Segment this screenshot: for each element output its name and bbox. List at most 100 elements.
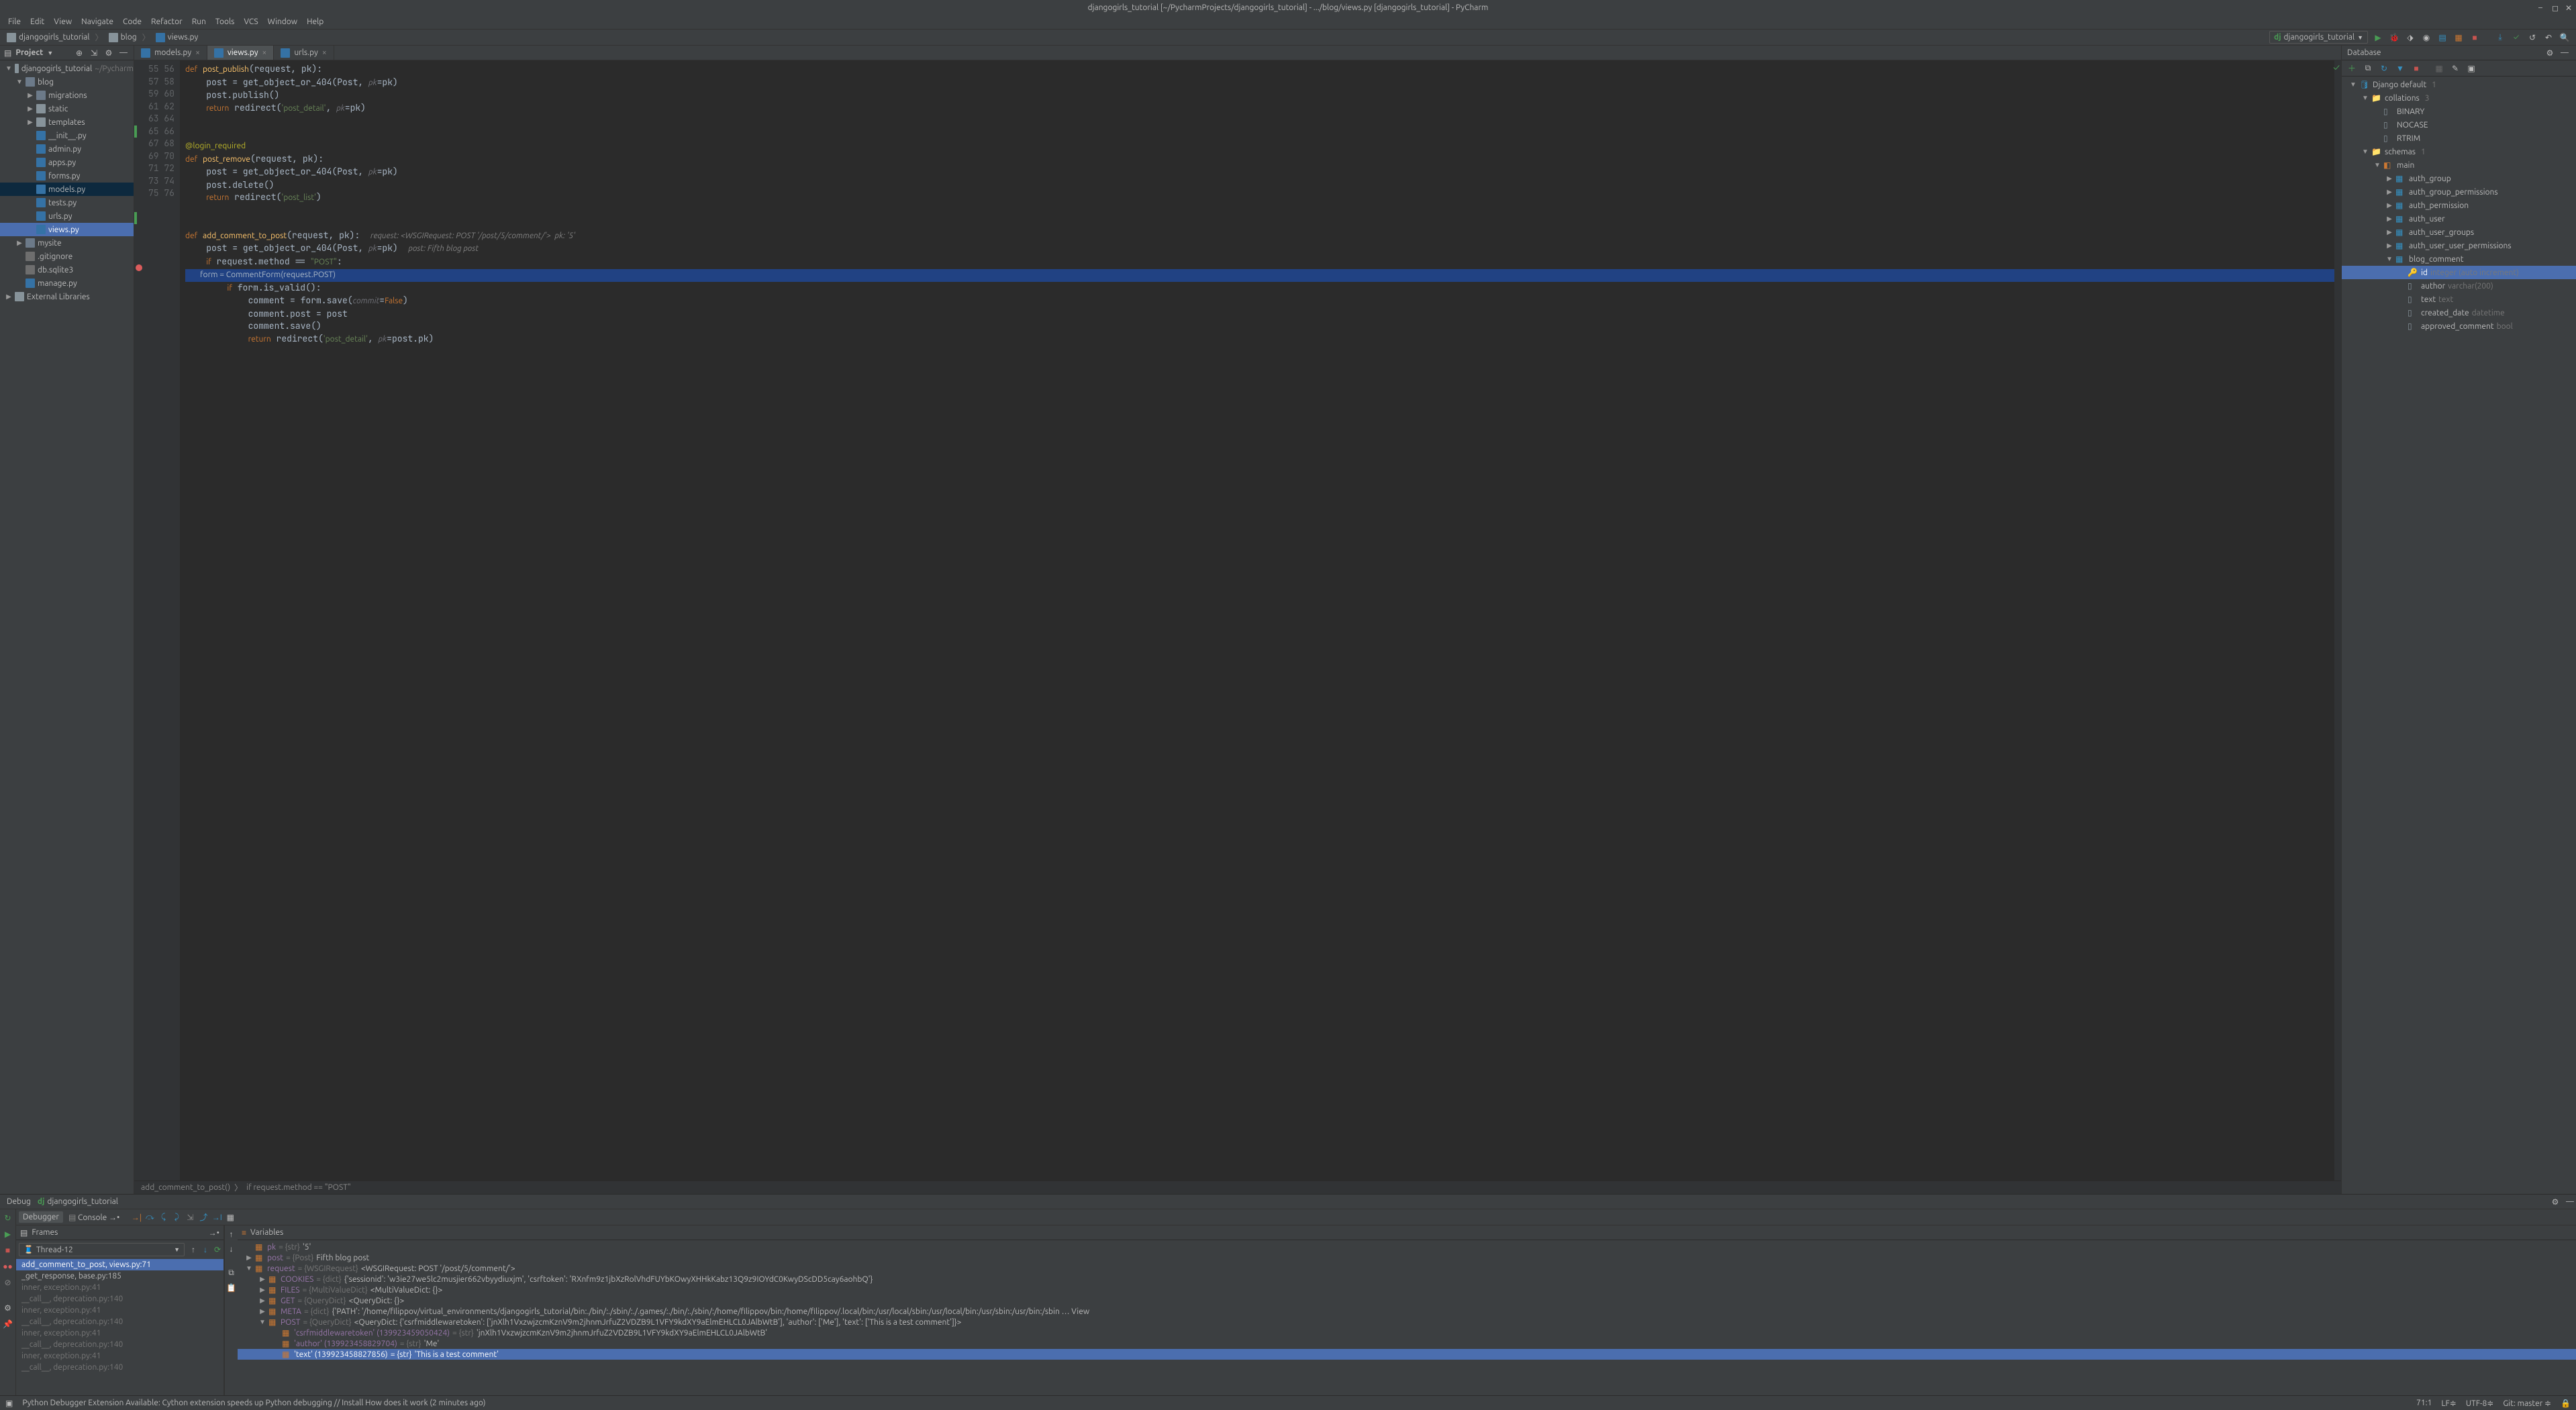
breadcrumb[interactable]: blog [106, 32, 140, 44]
variable-row[interactable]: ▶▦FILES = {MultiValueDict} <MultiValueDi… [238, 1285, 2576, 1295]
lock-icon[interactable]: 🔒 [2561, 1399, 2571, 1408]
tree-row[interactable]: ▶templates [0, 115, 134, 129]
next-frame-icon[interactable]: ↓ [199, 1244, 211, 1256]
revert-icon[interactable]: ↶ [2542, 32, 2555, 44]
run-config-selector[interactable]: dj djangogirls_tutorial ▼ [2269, 31, 2368, 44]
tree-row[interactable]: views.py [0, 223, 134, 236]
frame-list[interactable]: add_comment_to_post, views.py:71_get_res… [16, 1259, 224, 1395]
duplicate-icon[interactable]: ⧉ [2362, 62, 2374, 74]
profile-icon[interactable]: ◉ [2420, 32, 2432, 44]
editor-tab[interactable]: views.py× [207, 46, 274, 60]
close-icon[interactable]: × [195, 48, 200, 57]
tool-windows-icon[interactable]: ▣ [5, 1399, 13, 1408]
db-tree-row[interactable]: ▶▦auth_permission [2342, 199, 2576, 212]
coverage-icon[interactable]: ⬗ [2404, 32, 2416, 44]
resume-icon[interactable]: ▶ [2, 1228, 14, 1240]
edit-icon[interactable]: ✎ [2449, 62, 2461, 74]
menu-help[interactable]: Help [303, 16, 328, 28]
breadcrumb[interactable]: views.py [153, 32, 201, 44]
rerun-icon[interactable]: ↻ [2, 1212, 14, 1224]
tree-row[interactable]: __init__.py [0, 129, 134, 142]
tree-row[interactable]: ▶External Libraries [0, 290, 134, 303]
maximize-icon[interactable]: ◻ [2552, 3, 2560, 11]
concurrency-icon[interactable]: ▤ [2436, 32, 2448, 44]
db-tree-row[interactable]: ▯approved_comment bool [2342, 319, 2576, 333]
tree-row[interactable]: ▶migrations [0, 89, 134, 102]
export-icon[interactable]: 📋 [226, 1282, 238, 1294]
tree-row[interactable]: .gitignore [0, 250, 134, 263]
step-into-my-code-icon[interactable]: ⤸ [170, 1211, 183, 1223]
file-encoding[interactable]: UTF-8≑ [2466, 1399, 2494, 1408]
tree-row[interactable]: models.py [0, 183, 134, 196]
frame-row[interactable]: add_comment_to_post, views.py:71 [16, 1259, 224, 1270]
breakpoint-icon[interactable] [136, 264, 142, 271]
git-branch[interactable]: Git: master ≑ [2503, 1399, 2551, 1408]
frame-row[interactable]: inner, exception.py:41 [16, 1327, 224, 1339]
menu-navigate[interactable]: Navigate [77, 16, 117, 28]
table-icon[interactable]: ▦ [2433, 62, 2445, 74]
prev-frame-icon[interactable]: ↑ [187, 1244, 199, 1256]
menu-file[interactable]: File [4, 16, 25, 28]
frame-row[interactable]: __call__, deprecation.py:140 [16, 1339, 224, 1350]
tree-row[interactable]: tests.py [0, 196, 134, 209]
db-tree-row[interactable]: ▼📁schemas1 [2342, 145, 2576, 158]
editor-tab[interactable]: urls.py× [274, 46, 334, 60]
up-icon[interactable]: ↑ [226, 1228, 238, 1240]
step-over-icon[interactable]: ⤼ [144, 1211, 156, 1223]
evaluate-icon[interactable]: ▦ [224, 1211, 236, 1223]
run-icon[interactable]: ▶ [2372, 32, 2384, 44]
menu-tools[interactable]: Tools [211, 16, 239, 28]
hide-icon[interactable]: — [2564, 1196, 2576, 1208]
stop-icon[interactable]: ■ [2469, 32, 2481, 44]
db-tree-row[interactable]: ▯text text [2342, 293, 2576, 306]
db-tree-row[interactable]: ▶▦auth_user_user_permissions [2342, 239, 2576, 252]
close-icon[interactable]: × [322, 48, 327, 57]
restore-icon[interactable]: ⟳ [211, 1244, 224, 1256]
add-icon[interactable]: ＋ [2346, 62, 2358, 74]
debug-icon[interactable]: 🐞 [2388, 32, 2400, 44]
db-tree-row[interactable]: ▶▦auth_group [2342, 172, 2576, 185]
variable-row[interactable]: ▼▦request = {WSGIRequest} <WSGIRequest: … [238, 1263, 2576, 1274]
show-execution-point-icon[interactable]: →| [130, 1211, 142, 1223]
frame-row[interactable]: inner, exception.py:41 [16, 1282, 224, 1293]
error-stripe[interactable] [2334, 60, 2341, 1180]
force-step-into-icon[interactable]: ⇲ [184, 1211, 196, 1223]
frame-row[interactable]: inner, exception.py:41 [16, 1305, 224, 1316]
filter-icon[interactable]: ▼ [2394, 62, 2406, 74]
pin-icon[interactable]: 📌 [2, 1318, 14, 1330]
menu-refactor[interactable]: Refactor [147, 16, 187, 28]
variable-row[interactable]: ▦'csrfmiddlewaretoken' (139923459050424)… [238, 1327, 2576, 1338]
variable-row[interactable]: ▦pk = {str} '5' [238, 1242, 2576, 1252]
variable-row[interactable]: ▦'text' (139923458827856) = {str} 'This … [238, 1349, 2576, 1360]
tree-row[interactable]: ▼djangogirls_tutorial ~/Pycharm [0, 62, 134, 75]
tree-row[interactable]: admin.py [0, 142, 134, 156]
refresh-icon[interactable]: ↻ [2378, 62, 2390, 74]
collapse-all-icon[interactable]: ⇲ [88, 47, 100, 59]
debugger-tab[interactable]: Debugger [19, 1211, 63, 1223]
db-tree-row[interactable]: ▯NOCASE [2342, 118, 2576, 132]
hide-icon[interactable]: — [117, 47, 130, 59]
stop-icon[interactable]: ■ [2, 1244, 14, 1256]
db-tree-row[interactable]: ▯RTRIM [2342, 132, 2576, 145]
tree-row[interactable]: forms.py [0, 169, 134, 183]
frame-row[interactable]: _get_response, base.py:185 [16, 1270, 224, 1282]
editor-tab[interactable]: models.py× [134, 46, 207, 60]
menu-code[interactable]: Code [119, 16, 146, 28]
history-icon[interactable]: ↺ [2526, 32, 2538, 44]
console-tab[interactable]: ▤ Console →• [64, 1211, 123, 1223]
close-icon[interactable]: × [262, 48, 267, 57]
database-tree[interactable]: ▼🛢Django default1▼📁collations3▯BINARY▯NO… [2342, 77, 2576, 1194]
db-tree-row[interactable]: ▼🛢Django default1 [2342, 78, 2576, 91]
step-into-icon[interactable]: ⤹ [157, 1211, 169, 1223]
settings-icon[interactable]: ⚙ [2, 1302, 14, 1314]
tree-row[interactable]: db.sqlite3 [0, 263, 134, 276]
copy-icon[interactable]: ⧉ [226, 1267, 238, 1279]
menu-edit[interactable]: Edit [26, 16, 48, 28]
update-icon[interactable]: ⤓ [2494, 32, 2506, 44]
tree-row[interactable]: apps.py [0, 156, 134, 169]
variable-row[interactable]: ▦'author' (139923458829704) = {str} 'Me' [238, 1338, 2576, 1349]
tree-row[interactable]: urls.py [0, 209, 134, 223]
db-tree-row[interactable]: ▯author varchar(200) [2342, 279, 2576, 293]
settings-icon[interactable]: ⚙ [103, 47, 115, 59]
close-icon[interactable]: ✕ [2565, 3, 2573, 11]
